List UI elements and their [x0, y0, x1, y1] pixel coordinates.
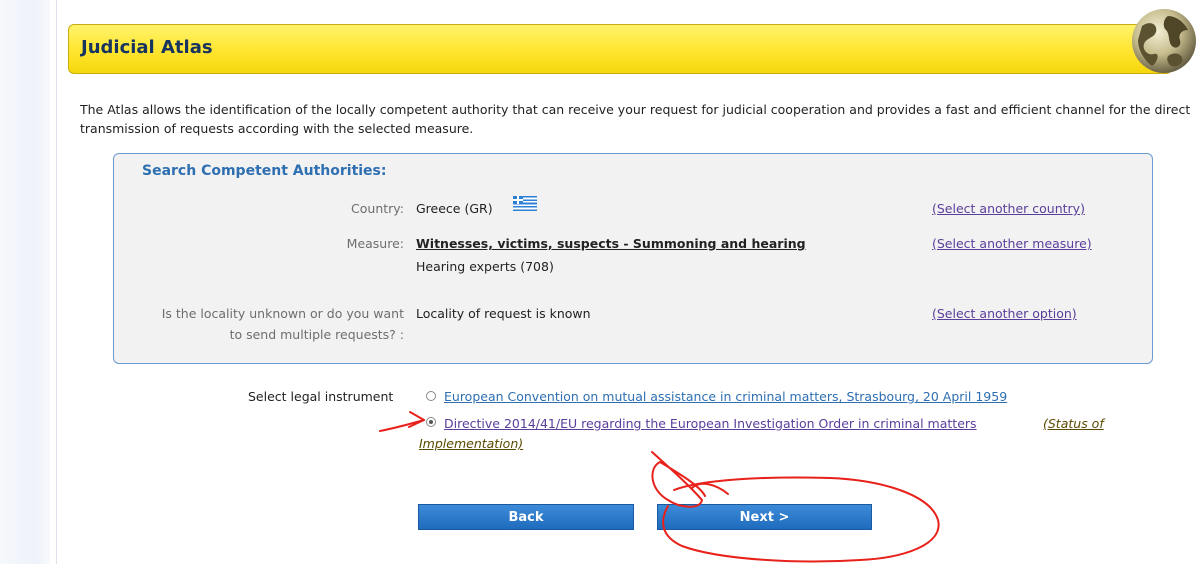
legal-option-convention-link[interactable]: European Convention on mutual assistance…: [444, 389, 1007, 404]
select-another-option-link[interactable]: (Select another option): [932, 306, 1077, 321]
globe-icon: [1132, 9, 1196, 73]
red-swirl-annotation: [691, 482, 729, 495]
status-of-implementation-link-line2[interactable]: Implementation): [419, 436, 523, 451]
legal-option-convention-radio[interactable]: [426, 391, 436, 401]
measure-value: Witnesses, victims, suspects - Summoning…: [416, 236, 806, 251]
status-of-implementation-link-line1[interactable]: (Status of: [1043, 416, 1104, 431]
legal-option-directive-radio[interactable]: [426, 417, 436, 427]
intro-text: The Atlas allows the identification of t…: [80, 102, 1191, 136]
back-button[interactable]: Back: [418, 504, 634, 530]
legal-option-directive-link[interactable]: Directive 2014/41/EU regarding the Europ…: [444, 416, 977, 431]
greece-flag-icon: [513, 196, 537, 211]
country-value: Greece (GR): [416, 201, 493, 216]
select-another-country-link[interactable]: (Select another country): [932, 201, 1085, 216]
search-panel-title: Search Competent Authorities:: [142, 163, 387, 179]
country-label: Country:: [351, 201, 404, 216]
red-arrow-annotation: [379, 419, 425, 432]
page-header: Judicial Atlas: [68, 24, 1172, 74]
measure-label: Measure:: [346, 236, 404, 251]
left-sidebar-rail: [0, 0, 50, 564]
red-arrow-head-annotation: [408, 411, 425, 428]
measure-subvalue: Hearing experts (708): [416, 259, 554, 274]
locality-value: Locality of request is known: [416, 306, 591, 321]
locality-question-line2: to send multiple requests? :: [229, 327, 404, 342]
page-title: Judicial Atlas: [81, 37, 213, 58]
locality-question-line1: Is the locality unknown or do you want: [161, 306, 404, 321]
next-button[interactable]: Next >: [657, 504, 872, 530]
select-another-measure-link[interactable]: (Select another measure): [932, 236, 1092, 251]
legal-instrument-label: Select legal instrument: [248, 389, 394, 404]
sidebar-divider: [56, 0, 57, 564]
